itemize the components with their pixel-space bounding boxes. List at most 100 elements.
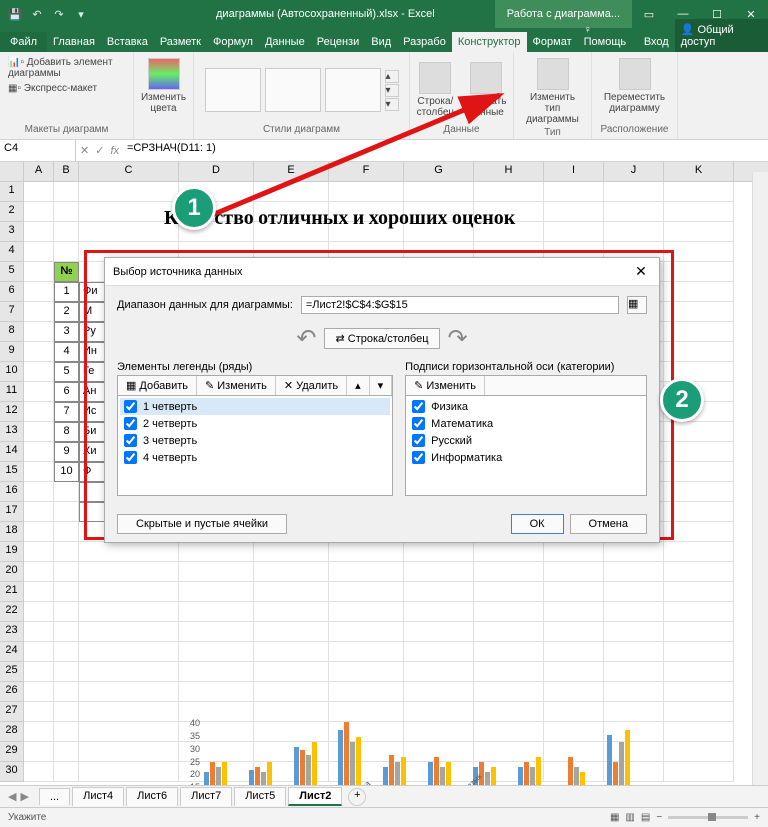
- select-data-button[interactable]: Выбрать данные: [462, 60, 510, 120]
- cell[interactable]: [54, 522, 79, 542]
- row-header-4[interactable]: 4: [0, 242, 23, 262]
- cell[interactable]: [179, 642, 254, 662]
- chart-data-range-input[interactable]: [301, 296, 619, 314]
- tab-file[interactable]: Файл: [0, 32, 47, 52]
- series-item[interactable]: 3 четверть: [120, 432, 390, 449]
- row-header-29[interactable]: 29: [0, 742, 23, 762]
- cell[interactable]: [54, 502, 79, 522]
- cell[interactable]: [664, 542, 734, 562]
- cell[interactable]: [664, 762, 734, 782]
- category-checkbox[interactable]: [412, 451, 425, 464]
- cell[interactable]: №: [54, 262, 79, 282]
- cell[interactable]: [24, 662, 54, 682]
- sheet-tab-Лист6[interactable]: Лист6: [126, 787, 178, 806]
- cell[interactable]: [544, 542, 604, 562]
- series-checkbox[interactable]: [124, 451, 137, 464]
- cell[interactable]: [664, 202, 734, 222]
- cell[interactable]: [254, 562, 329, 582]
- tab-insert[interactable]: Вставка: [101, 32, 154, 52]
- cell[interactable]: [544, 642, 604, 662]
- enter-formula-icon[interactable]: ✓: [95, 144, 104, 157]
- cell[interactable]: [664, 682, 734, 702]
- cell[interactable]: [474, 542, 544, 562]
- cell[interactable]: [24, 722, 54, 742]
- cell[interactable]: [254, 622, 329, 642]
- row-header-6[interactable]: 6: [0, 282, 23, 302]
- tab-format[interactable]: Формат: [527, 32, 578, 52]
- redo-icon[interactable]: ↷: [50, 5, 68, 23]
- cell[interactable]: [79, 642, 179, 662]
- cell[interactable]: [79, 542, 179, 562]
- zoom-in-icon[interactable]: +: [754, 812, 760, 823]
- col-header-F[interactable]: F: [329, 162, 404, 181]
- cell[interactable]: [179, 602, 254, 622]
- row-header-21[interactable]: 21: [0, 582, 23, 602]
- col-header-I[interactable]: I: [544, 162, 604, 181]
- cell[interactable]: [329, 602, 404, 622]
- cell[interactable]: [544, 562, 604, 582]
- row-header-20[interactable]: 20: [0, 562, 23, 582]
- move-up-icon[interactable]: ▴: [347, 376, 370, 395]
- cell[interactable]: [54, 582, 79, 602]
- zoom-out-icon[interactable]: −: [656, 812, 662, 823]
- styles-scroll-up-icon[interactable]: ▴: [385, 70, 399, 83]
- cell[interactable]: [179, 682, 254, 702]
- cell[interactable]: [79, 582, 179, 602]
- cell[interactable]: [664, 502, 734, 522]
- row-header-8[interactable]: 8: [0, 322, 23, 342]
- cell[interactable]: [604, 182, 664, 202]
- chart-style-2[interactable]: [265, 68, 321, 112]
- cell[interactable]: [329, 542, 404, 562]
- cell[interactable]: [664, 302, 734, 322]
- row-header-23[interactable]: 23: [0, 622, 23, 642]
- cell[interactable]: [24, 522, 54, 542]
- cell[interactable]: [179, 662, 254, 682]
- change-colors-button[interactable]: Изменить цвета: [137, 56, 190, 116]
- cell[interactable]: [24, 422, 54, 442]
- cell[interactable]: [24, 762, 54, 782]
- tab-share[interactable]: 👤 Общий доступ: [675, 19, 768, 52]
- cell[interactable]: [544, 622, 604, 642]
- cell[interactable]: [24, 222, 54, 242]
- col-header-G[interactable]: G: [404, 162, 474, 181]
- row-header-10[interactable]: 10: [0, 362, 23, 382]
- cell[interactable]: [254, 582, 329, 602]
- cell[interactable]: [54, 562, 79, 582]
- cell[interactable]: [54, 222, 79, 242]
- page-break-view-icon[interactable]: ▤: [641, 812, 650, 823]
- cell[interactable]: [329, 562, 404, 582]
- cell[interactable]: [254, 542, 329, 562]
- cell[interactable]: [474, 662, 544, 682]
- cell[interactable]: [664, 482, 734, 502]
- cell[interactable]: [404, 602, 474, 622]
- tab-developer[interactable]: Разрабо: [397, 32, 452, 52]
- cell[interactable]: [24, 602, 54, 622]
- edit-categories-button[interactable]: ✎ Изменить: [406, 376, 485, 395]
- cell[interactable]: 6: [54, 382, 79, 402]
- cell[interactable]: [604, 642, 664, 662]
- cell[interactable]: [604, 622, 664, 642]
- sheet-tab-Лист7[interactable]: Лист7: [180, 787, 232, 806]
- cell[interactable]: [79, 562, 179, 582]
- cell[interactable]: [24, 262, 54, 282]
- cell[interactable]: [24, 742, 54, 762]
- cell[interactable]: [54, 602, 79, 622]
- row-header-14[interactable]: 14: [0, 442, 23, 462]
- change-chart-type-button[interactable]: Изменить тип диаграммы: [520, 56, 585, 127]
- chart-style-3[interactable]: [325, 68, 381, 112]
- cell[interactable]: [54, 642, 79, 662]
- tab-design[interactable]: Конструктор: [452, 32, 527, 52]
- category-checkbox[interactable]: [412, 400, 425, 413]
- cell[interactable]: [254, 662, 329, 682]
- cell[interactable]: [329, 642, 404, 662]
- cell[interactable]: [79, 722, 179, 742]
- cell[interactable]: [24, 342, 54, 362]
- cell[interactable]: [54, 662, 79, 682]
- name-box[interactable]: C4: [0, 140, 76, 161]
- cell[interactable]: [79, 762, 179, 782]
- cell[interactable]: 3: [54, 322, 79, 342]
- col-header-B[interactable]: B: [54, 162, 79, 181]
- zoom-slider[interactable]: [668, 816, 748, 819]
- row-header-2[interactable]: 2: [0, 202, 23, 222]
- cell[interactable]: [54, 762, 79, 782]
